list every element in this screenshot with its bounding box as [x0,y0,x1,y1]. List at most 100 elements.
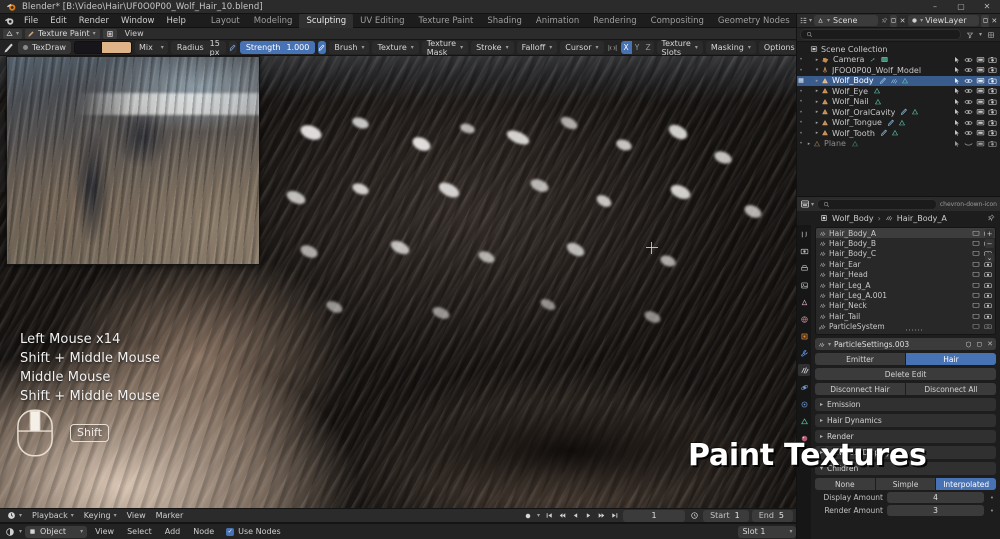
disclosure-triangle-icon[interactable]: ▾ [813,67,821,73]
particle-settings-datablock-field[interactable]: ▾ ParticleSettings.003 ✕ [815,338,996,350]
camera-render-icon[interactable] [988,56,997,64]
constraint-icon-tab[interactable] [798,398,810,410]
shader-select-menu[interactable]: Select [122,527,157,536]
eye-icon[interactable] [964,98,973,106]
eye-icon[interactable] [964,129,973,137]
outliner-row-wolf-body[interactable]: ▦ ▸ Wolf_Body [797,75,1000,86]
menu-edit[interactable]: Edit [44,14,72,28]
particle-list-menu-button[interactable]: ⌄ [985,253,994,262]
render-camera-icon-tab[interactable] [798,245,810,257]
prev-keyframe-icon[interactable] [556,510,568,522]
outliner-row-scene-collection[interactable]: Scene Collection [797,44,1000,55]
mesh-data-triangle-icon-tab[interactable] [798,415,810,427]
timeline-keying-menu[interactable]: Keying ▾ [80,511,121,520]
pin-icon[interactable] [987,214,995,222]
timeline-view-menu[interactable]: View [123,511,150,520]
menu-render[interactable]: Render [73,14,115,28]
eye-icon[interactable] [964,108,973,116]
screen-icon[interactable] [972,261,980,268]
remove-viewlayer-icon[interactable]: ✕ [991,15,998,27]
new-scene-icon[interactable] [889,14,897,27]
symmetry-axis-z[interactable]: Z [642,41,654,54]
timeline-playback-menu[interactable]: Playback ▾ [28,511,78,520]
overlay-toggle-icon[interactable] [102,28,117,39]
falloff-popover[interactable]: Falloff ▾ [516,41,558,54]
particle-system-list[interactable]: Hair_Body_A Hair_Body_B Hair_Body_C Hair… [815,227,996,335]
particle-list-item[interactable]: Hair_Leg_A.001 [816,290,995,300]
list-drag-handle[interactable] [905,329,922,331]
cursor-icon[interactable] [953,129,961,137]
outliner-row-wolf-oralcavity[interactable]: • ▸ Wolf_OralCavity [797,107,1000,118]
eye-icon[interactable] [964,119,973,127]
texture-slots-popover[interactable]: Texture Slots ▾ [656,39,703,57]
stroke-popover[interactable]: Stroke ▾ [471,41,514,54]
filter-chevron-down-icon[interactable]: ▾ [979,31,982,38]
breadcrumb-object-label[interactable]: Wolf_Body [832,214,874,223]
breadcrumb-particle-label[interactable]: Hair_Body_A [897,214,947,223]
cursor-icon[interactable] [953,108,961,116]
properties-search-input[interactable] [817,198,937,210]
current-frame-field[interactable]: 1 [623,509,686,522]
screen-icon[interactable] [972,240,980,247]
workspace-tab-layout[interactable]: Layout [204,14,247,28]
outliner-row-wolf-nail[interactable]: • ▸ Wolf_Nail [797,97,1000,108]
workspace-tab-sculpting[interactable]: Sculpting [299,13,354,28]
disclosure-triangle-icon[interactable]: ▸ [813,88,821,94]
brush-popover[interactable]: Brush ▾ [329,41,370,54]
eye-icon[interactable] [964,56,973,64]
primary-color-swatch[interactable] [73,41,102,54]
children-mode-interpolated[interactable]: Interpolated [936,478,997,490]
camera-render-icon[interactable] [988,77,997,85]
viewlayer-selector[interactable]: ▾ ViewLayer [908,15,980,26]
blender-menu-icon[interactable] [0,14,18,28]
particle-list-item[interactable]: Hair_Body_A [816,228,995,239]
disclosure-triangle-icon[interactable]: ▸ [805,141,813,147]
restriction-toggles-icon[interactable] [985,29,997,41]
use-nodes-checkbox[interactable]: ✓ Use Nodes [222,527,285,536]
workspace-tab-uv-editing[interactable]: UV Editing [353,14,411,28]
camera-render-icon[interactable] [988,129,997,137]
secondary-color-swatch[interactable] [101,41,132,54]
workspace-tab-texture-paint[interactable]: Texture Paint [412,14,481,28]
camera-render-icon[interactable] [988,87,997,95]
strength-pressure-icon[interactable] [318,41,327,54]
particle-list-item[interactable]: Hair_Body_C [816,249,995,259]
workspace-tab-modeling[interactable]: Modeling [247,14,300,28]
wolf-fur-reference-photo[interactable] [6,56,260,265]
outliner-row-wolf-eye[interactable]: • ▸ Wolf_Eye [797,86,1000,97]
camera-render-icon[interactable] [988,66,997,74]
strength-slider[interactable]: Strength 1.000 [239,41,316,54]
particle-list-item[interactable]: Hair_Leg_A [816,280,995,290]
menu-file[interactable]: File [18,14,44,28]
screen-icon[interactable] [976,56,985,64]
jump-end-icon[interactable] [608,510,620,522]
disclosure-triangle-icon[interactable]: ▸ [813,130,821,136]
jump-start-icon[interactable] [543,510,555,522]
screen-icon[interactable] [972,250,980,257]
screen-icon[interactable] [976,108,985,116]
chevron-down-icon[interactable]: chevron-down-icon [940,201,997,208]
disconnect-hair-button[interactable]: Disconnect Hair [815,383,905,395]
particles-tab[interactable] [798,364,810,376]
eye-icon[interactable] [964,87,973,95]
object-square-icon-tab[interactable] [798,330,810,342]
camera-render-icon[interactable] [988,98,997,106]
scene-selector[interactable]: ▾ Scene [814,15,879,26]
cursor-popover[interactable]: Cursor ▾ [560,41,604,54]
timeline-editor-icon[interactable]: ▾ [3,511,26,520]
pin-icon[interactable] [880,15,888,27]
screen-icon[interactable] [976,66,985,74]
next-keyframe-icon[interactable] [595,510,607,522]
camera-render-icon[interactable] [984,323,992,330]
viewport-view-menu[interactable]: View [120,29,149,38]
eye-icon[interactable] [964,66,973,74]
material-slot-select[interactable]: Slot 1 ▾ [738,525,797,538]
texture-popover[interactable]: Texture ▾ [372,41,419,54]
brush-name-field[interactable]: TexDraw [18,41,71,54]
symmetry-axis-y[interactable]: Y [631,41,643,54]
children-mode-simple[interactable]: Simple [875,478,936,490]
screen-icon[interactable] [972,282,980,289]
particle-list-item[interactable]: Hair_Head [816,270,995,280]
camera-render-icon[interactable] [988,108,997,116]
camera-render-icon[interactable] [988,119,997,127]
